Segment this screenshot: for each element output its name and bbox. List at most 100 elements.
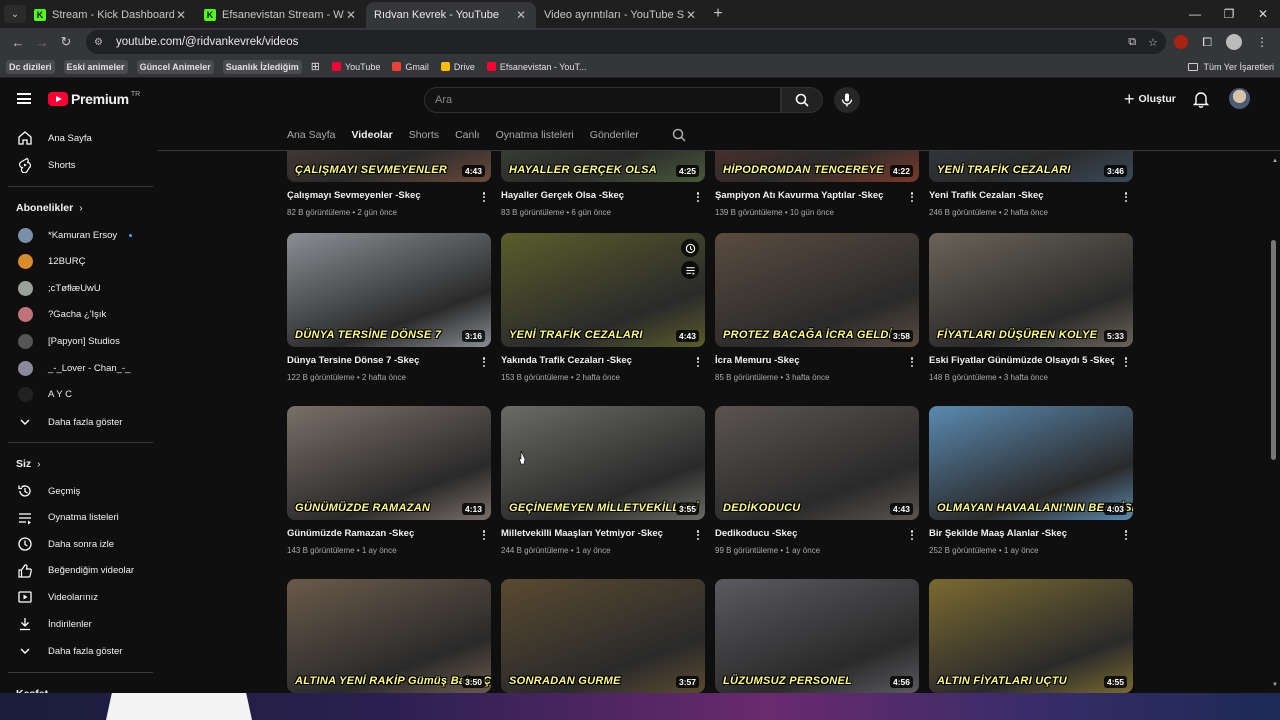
sidebar-item[interactable]: Oynatma listeleri [8, 505, 152, 531]
guide-menu-icon[interactable] [17, 93, 31, 104]
close-window-icon[interactable]: ✕ [1246, 7, 1280, 21]
sidebar-item[interactable]: Videolarınız [8, 584, 152, 610]
cast-icon[interactable]: ⧉ [1128, 36, 1136, 49]
voice-search-button[interactable] [834, 87, 860, 113]
scrollbar-thumb[interactable] [1271, 240, 1276, 460]
video-title[interactable]: Hayaller Gerçek Olsa -Skeç [501, 190, 686, 201]
subscriptions-header[interactable]: Abonelikler › [16, 202, 83, 214]
subscription-item[interactable]: *Kamuran Ersoy [8, 222, 152, 248]
more-actions-icon[interactable] [693, 355, 703, 369]
minimize-icon[interactable]: — [1178, 7, 1212, 21]
video-title[interactable]: Çalışmayı Sevmeyenler -Skeç [287, 190, 472, 201]
subscription-item[interactable]: 12BURÇ [8, 249, 152, 275]
channel-search-icon[interactable] [672, 128, 686, 142]
sidebar-item[interactable]: İndirilenler [8, 611, 152, 637]
add-to-queue-icon[interactable] [681, 261, 699, 279]
subscription-item[interactable]: [Papyon] Studios [8, 328, 152, 354]
close-tab-icon[interactable]: ✕ [514, 8, 528, 22]
account-avatar[interactable] [1229, 88, 1250, 109]
video-title[interactable]: Günümüzde Ramazan -Skeç [287, 528, 472, 539]
new-tab-button[interactable]: + [706, 5, 730, 23]
video-thumbnail[interactable]: DÜNYA TERSİNE DÖNSE 7 3:16 [287, 233, 491, 347]
apps-grid-icon[interactable]: ⊞ [311, 60, 320, 73]
extensions-icon[interactable]: ⧠ [1202, 35, 1212, 50]
more-actions-icon[interactable] [479, 355, 489, 369]
video-thumbnail[interactable]: LÜZUMSUZ PERSONEL 4:56 [715, 579, 919, 693]
scroll-down-arrow[interactable]: ▼ [1272, 682, 1278, 688]
restore-icon[interactable]: ❐ [1212, 7, 1246, 21]
show-more-subscriptions[interactable]: Daha fazla göster [8, 409, 152, 435]
tab-search-button[interactable]: ⌄ [4, 5, 26, 23]
you-header[interactable]: Siz › [16, 458, 41, 470]
close-tab-icon[interactable]: ✕ [684, 8, 698, 22]
video-thumbnail[interactable]: GÜNÜMÜZDE RAMAZAN 4:13 [287, 406, 491, 520]
subscription-item[interactable]: ?Gacha ¿'Işık [8, 302, 152, 328]
video-thumbnail[interactable]: ALTIN FİYATLARI UÇTU 4:55 [929, 579, 1133, 693]
more-actions-icon[interactable] [907, 190, 917, 204]
video-title[interactable]: Yeni Trafik Cezaları -Skeç [929, 190, 1114, 201]
browser-tab[interactable]: Rıdvan Kevrek - YouTube ✕ [366, 2, 536, 92]
video-title[interactable]: Şampiyon Atı Kavurma Yaptılar -Skeç [715, 190, 900, 201]
video-title[interactable]: Dünya Tersine Dönse 7 -Skeç [287, 355, 472, 366]
youtube-logo[interactable]: Premium TR [48, 91, 140, 107]
create-button[interactable]: + Oluştur [1116, 89, 1184, 109]
more-actions-icon[interactable] [479, 190, 489, 204]
sidebar-item[interactable]: Shorts [8, 152, 152, 178]
forward-icon[interactable]: → [30, 35, 54, 50]
more-actions-icon[interactable] [693, 190, 703, 204]
more-actions-icon[interactable] [907, 528, 917, 542]
notifications-button[interactable] [1192, 90, 1210, 108]
more-actions-icon[interactable] [479, 528, 489, 542]
video-thumbnail[interactable]: OLMAYAN HAVAALANI'NIN BEKÇİSİ EMEKLİ OLD… [929, 406, 1133, 520]
channel-tab[interactable]: Gönderiler [590, 129, 639, 141]
back-icon[interactable]: ← [6, 35, 30, 50]
bookmark-item[interactable]: YouTube [331, 62, 380, 72]
sidebar-item[interactable]: Geçmiş [8, 478, 152, 504]
browser-tab[interactable]: K Efsanevistan Stream - Watch Li...✕ [196, 2, 366, 28]
video-thumbnail[interactable]: HİPODROMDAN TENCEREYE 4:22 [715, 151, 919, 182]
site-info-icon[interactable]: ⚙ [94, 37, 108, 48]
watch-later-icon[interactable] [681, 239, 699, 257]
video-thumbnail[interactable]: DEDİKODUCU 4:43 [715, 406, 919, 520]
scroll-up-arrow[interactable]: ▲ [1272, 158, 1278, 164]
video-title[interactable]: Bir Şekilde Maaş Alanlar -Skeç [929, 528, 1114, 539]
browser-tab[interactable]: Video ayrıntıları - YouTube Stud...✕ [536, 2, 706, 92]
bookmark-item[interactable]: Efsanevistan - YouT... [486, 62, 586, 72]
more-actions-icon[interactable] [907, 355, 917, 369]
more-actions-icon[interactable] [1121, 528, 1131, 542]
video-thumbnail[interactable]: YENİ TRAFİK CEZALARI 4:43 [501, 233, 705, 347]
reload-icon[interactable]: ↻ [54, 34, 78, 50]
channel-tab[interactable]: Canlı [455, 129, 480, 141]
address-url[interactable]: youtube.com/@ridvankevrek/videos [116, 36, 1116, 48]
bookmark-item[interactable]: Suanlık İzlediğim [222, 59, 302, 74]
search-button[interactable] [781, 87, 823, 113]
video-thumbnail[interactable]: GEÇİNEMEYEN MİLLETVEKİLLERİ 3:55 [501, 406, 705, 520]
all-bookmarks[interactable]: Tüm Yer İşaretleri [1188, 62, 1274, 72]
subscription-item[interactable]: _-_Lover - Chan_-_ [8, 355, 152, 381]
sidebar-item[interactable]: Ana Sayfa [8, 125, 152, 151]
video-title[interactable]: Dedikoducu -Skeç [715, 528, 900, 539]
bookmark-item[interactable]: Gmail [392, 62, 429, 72]
sidebar-item[interactable]: Daha sonra izle [8, 531, 152, 557]
video-thumbnail[interactable]: PROTEZ BACAĞA İCRA GELDİ 3:58 [715, 233, 919, 347]
channel-tab[interactable]: Videolar [351, 129, 392, 141]
video-title[interactable]: Milletvekilli Maaşları Yetmiyor -Skeç [501, 528, 686, 539]
bookmark-star-icon[interactable]: ☆ [1148, 36, 1158, 49]
video-thumbnail[interactable]: YENİ TRAFİK CEZALARI 3:46 [929, 151, 1133, 182]
subscription-item[interactable]: ;cTøfłæUwU [8, 275, 152, 301]
video-thumbnail[interactable]: SONRADAN GURME 3:57 [501, 579, 705, 693]
close-tab-icon[interactable]: ✕ [174, 8, 188, 22]
more-actions-icon[interactable] [1121, 355, 1131, 369]
video-title[interactable]: Eski Fiyatlar Günümüzde Olsaydı 5 -Skeç [929, 355, 1114, 366]
profile-icon[interactable] [1226, 34, 1242, 50]
subscription-item[interactable]: A Y C [8, 382, 152, 408]
video-title[interactable]: İcra Memuru -Skeç [715, 355, 900, 366]
show-more-you[interactable]: Daha fazla göster [8, 638, 152, 664]
address-bar[interactable]: ⚙ youtube.com/@ridvankevrek/videos ⧉ ☆ [86, 30, 1166, 54]
search-input[interactable]: Ara [424, 87, 781, 113]
sidebar-item[interactable]: Beğendiğim videolar [8, 558, 152, 584]
more-actions-icon[interactable] [1121, 190, 1131, 204]
channel-tab[interactable]: Shorts [409, 129, 439, 141]
bookmark-item[interactable]: Güncel Animeler [136, 59, 214, 74]
video-thumbnail[interactable]: HAYALLER GERÇEK OLSA 4:25 [501, 151, 705, 182]
